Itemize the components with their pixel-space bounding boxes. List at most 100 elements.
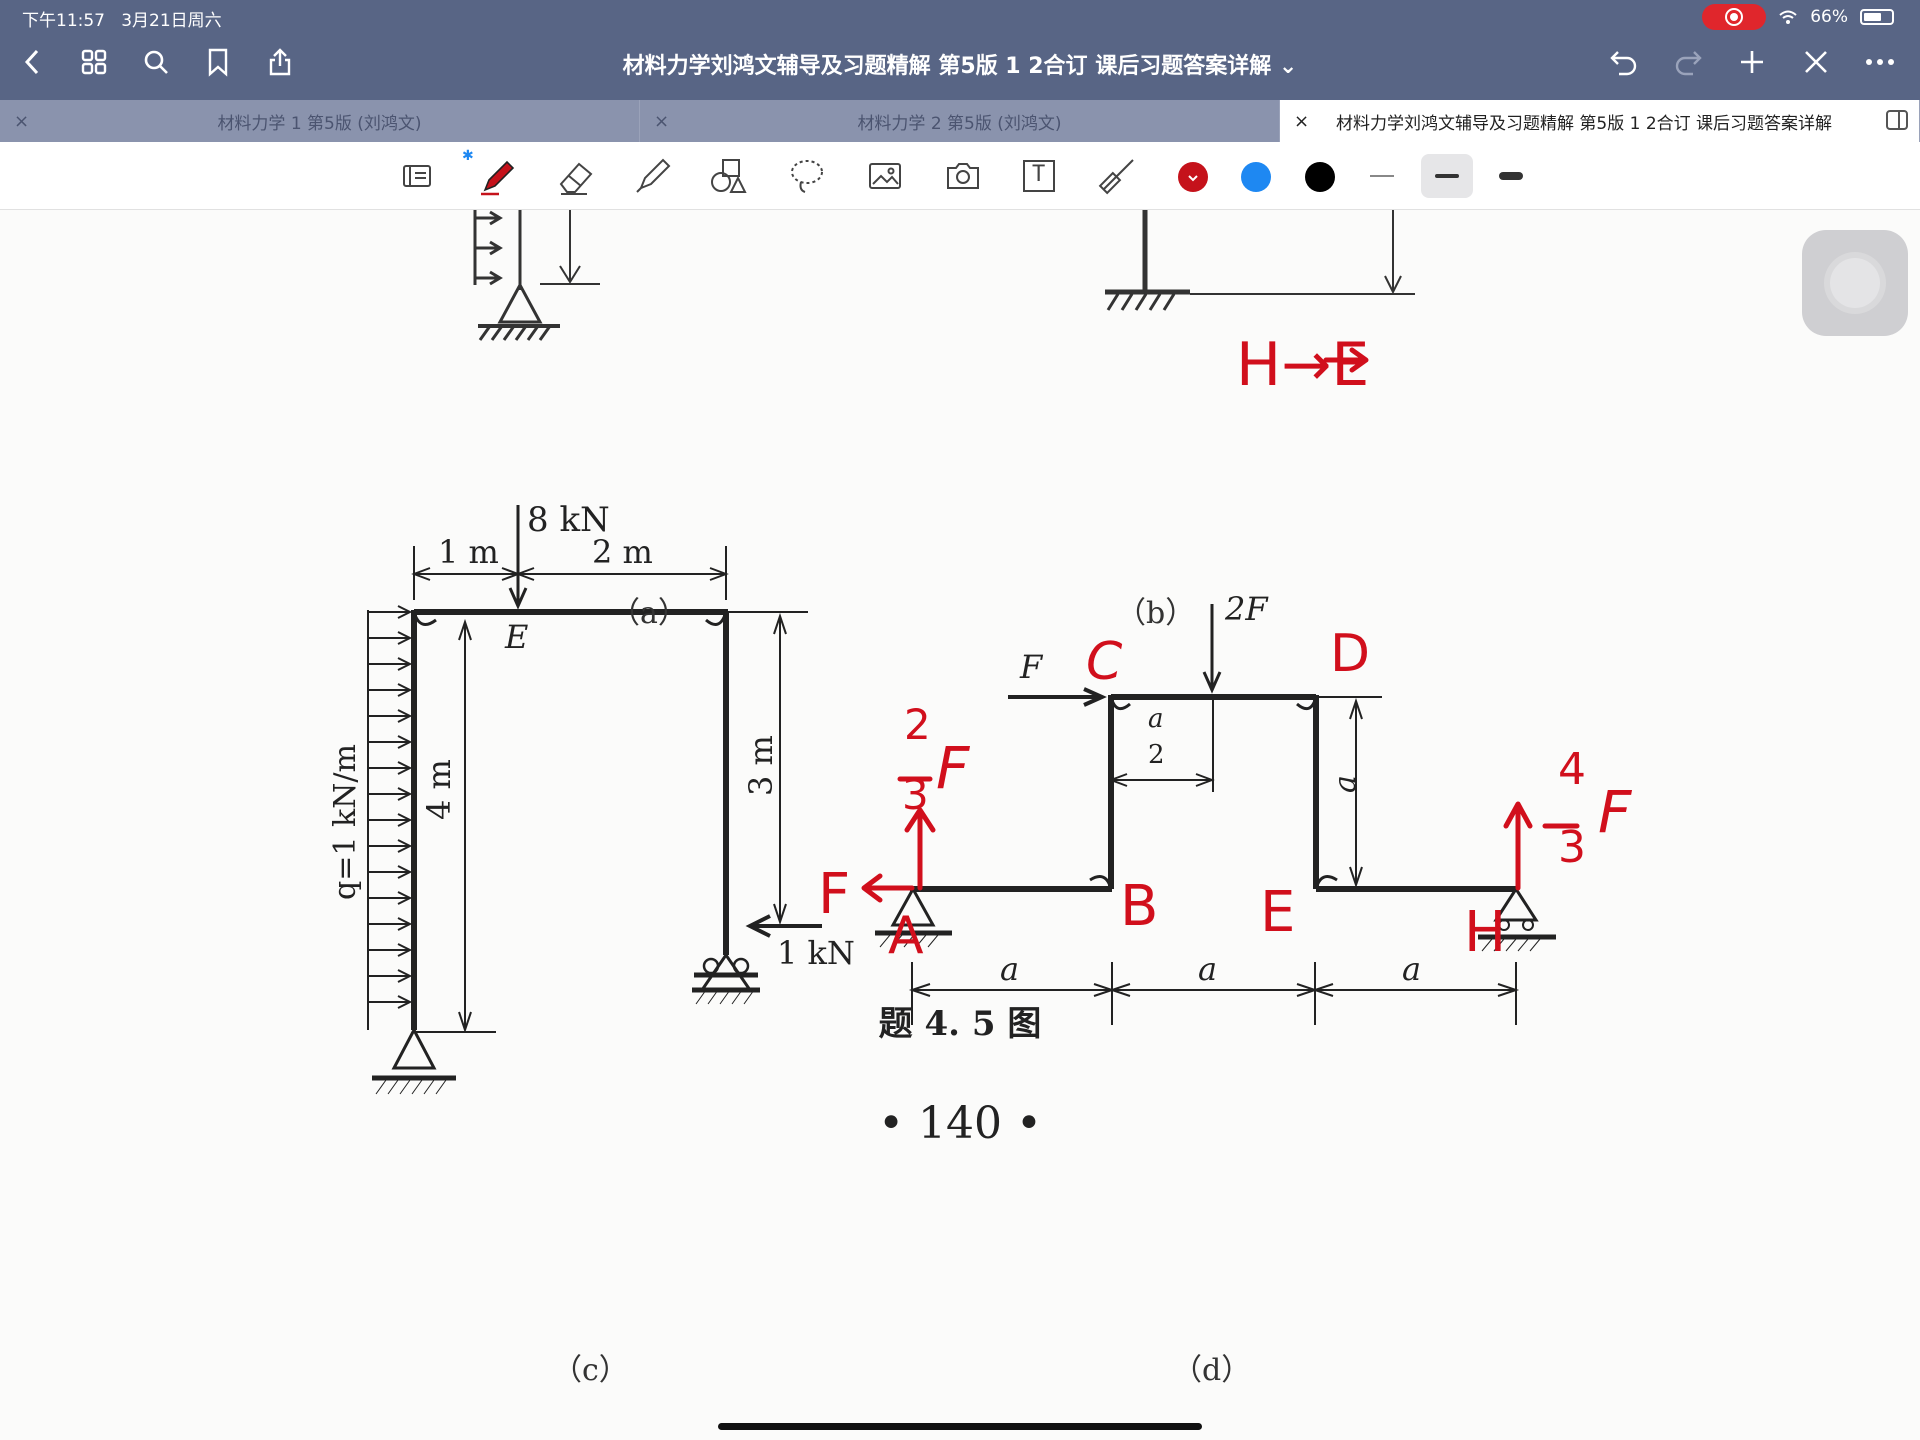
figure-b-partial [1105,210,1415,311]
label-load-2f: 2F [1225,590,1268,628]
eraser-tool[interactable] [552,154,598,198]
top-bar: 下午11:57 3月21日周六 66% 材料力学刘鸿文辅导及习题精解 第5版 1… [0,0,1920,100]
nav-right [1606,44,1898,80]
chevron-left-icon [24,49,39,75]
label-dim-a-vertical: a [1328,775,1363,793]
floating-assistive-button[interactable] [1802,230,1908,336]
screen-record-indicator[interactable] [1702,4,1767,30]
image-icon [869,163,901,189]
stroke-thin[interactable] [1356,154,1408,198]
tab-close-icon[interactable]: × [654,111,669,132]
status-right: 66% [1702,4,1894,30]
distributed-load-arrow [368,761,413,775]
distributed-load-arrow [368,943,413,957]
handwritten-label-b: B [1120,874,1159,939]
label-dim-3m: 3 m [742,735,780,796]
bluetooth-icon: ✱ [462,148,474,164]
highlighter-icon [636,158,671,193]
undo-button[interactable] [1606,44,1642,80]
laser-pointer-icon [1098,159,1134,195]
reader-icon [403,165,431,187]
label-dim-a-left: a [1000,950,1020,988]
document-title-button[interactable]: 材料力学刘鸿文辅导及习题精解 第5版 1 2合订 课后习题答案详解 ⌄ [623,54,1298,79]
share-icon [269,48,291,76]
handwritten-label-d: D [1330,624,1371,684]
shapes-tool[interactable] [706,154,752,198]
battery-icon [1860,9,1894,25]
pen-icon [481,160,515,196]
eraser-icon [559,162,593,195]
distributed-load-arrow [368,657,413,671]
tab-close-icon[interactable]: × [14,111,29,132]
share-button[interactable] [262,44,298,80]
label-dim-4m: 4 m [420,759,458,820]
highlighter-tool[interactable] [630,154,676,198]
stroke-thick[interactable] [1485,154,1537,198]
distributed-load-arrow [368,839,413,853]
laser-pointer-tool[interactable] [1094,154,1140,198]
label-dim-a-half-num: a [1148,704,1164,734]
label-load-f: F [1020,648,1043,686]
distributed-load-arrow [368,813,413,827]
caption-c: （c） [552,1353,629,1388]
handwritten-label-h: H [1464,900,1507,965]
label-point-e: E [505,618,529,656]
search-button[interactable] [138,44,174,80]
status-time: 下午11:57 3月21日周六 [22,11,222,31]
read-mode-button[interactable] [394,154,440,198]
document-page[interactable]: （a） （b） （c） （d） 8 kN 1 m 2 m E 4 m 3 m q… [0,210,1920,1440]
wifi-icon [1779,10,1797,24]
camera-tool[interactable] [940,154,986,198]
distributed-load-arrow [368,735,413,749]
lasso-tool[interactable] [784,154,830,198]
pen-tool[interactable] [474,154,520,198]
distributed-load-arrow [368,865,413,879]
label-dim-a-right: a [1402,950,1422,988]
lasso-icon [791,160,823,193]
tab-close-icon[interactable]: × [1294,111,1309,132]
handwritten-reaction-a-f: F [936,734,970,802]
distributed-load-arrow [368,683,413,697]
distributed-load-arrow [368,891,413,905]
more-button[interactable] [1862,44,1898,80]
stroke-medium[interactable] [1421,154,1473,198]
text-tool[interactable]: T [1016,154,1062,198]
more-icon [1866,59,1894,65]
distributed-load-arrow [368,631,413,645]
color-blue[interactable] [1241,162,1271,192]
back-button[interactable] [14,44,50,80]
bookmark-button[interactable] [200,44,236,80]
nav-left [14,44,298,80]
distributed-load-arrow [368,969,413,983]
handwritten-reaction-a-den: 3 [902,770,929,819]
camera-icon [947,163,979,189]
pen-off-icon [1805,51,1827,73]
image-tool[interactable] [862,154,908,198]
figure-drawings [367,210,1580,1095]
label-dim-2m: 2 m [592,533,653,571]
redo-button[interactable] [1670,44,1706,80]
redo-icon [1675,51,1702,76]
figure-a-partial [473,210,600,341]
close-annotate-button[interactable] [1798,44,1834,80]
color-red[interactable] [1178,162,1208,192]
thumbnails-button[interactable] [76,44,112,80]
tab-guide-active[interactable]: × 材料力学刘鸿文辅导及习题精解 第5版 1 2合订 课后习题答案详解 [1280,100,1920,142]
tab-material-2[interactable]: × 材料力学 2 第5版 (刘鸿文) [640,100,1280,142]
label-dim-a-mid: a [1198,950,1218,988]
undo-icon [1610,51,1637,76]
label-q-distributed: q=1 kN/m [328,744,363,900]
color-black[interactable] [1305,162,1335,192]
handwritten-reaction-h-num: 4 [1558,744,1586,795]
split-view-icon[interactable] [1885,108,1909,132]
tab-bar: × 材料力学 1 第5版 (刘鸿文) × 材料力学 2 第5版 (刘鸿文) × … [0,100,1920,142]
bookmark-icon [208,48,228,77]
chevron-down-icon: ⌄ [1278,54,1298,79]
figure-title: 题 4. 5 图 [878,1004,1042,1044]
home-indicator[interactable] [718,1423,1202,1430]
add-button[interactable] [1734,44,1770,80]
annotation-toolbar: ✱ T [0,142,1920,210]
handwritten-label-c: C [1086,632,1123,692]
plus-icon [1741,51,1763,73]
tab-material-1[interactable]: × 材料力学 1 第5版 (刘鸿文) [0,100,640,142]
